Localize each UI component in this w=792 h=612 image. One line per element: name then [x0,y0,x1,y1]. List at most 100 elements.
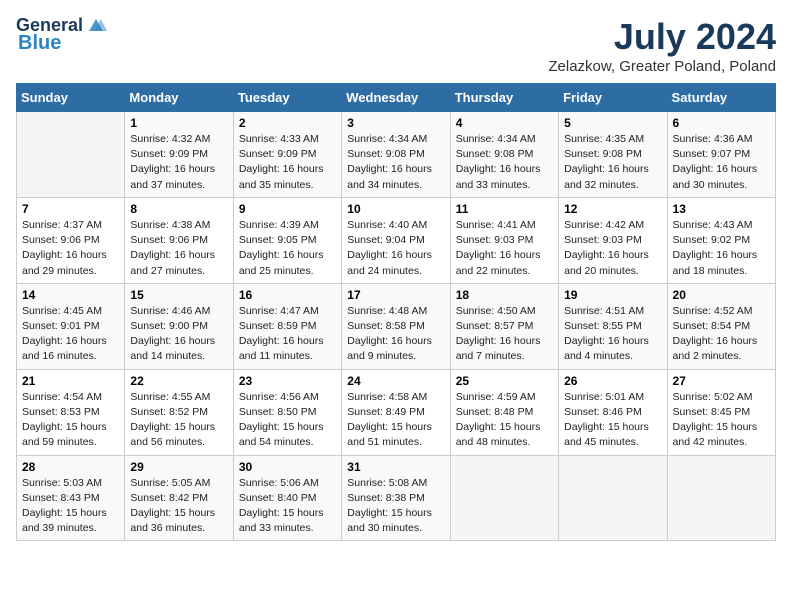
day-info: Sunrise: 4:47 AM Sunset: 8:59 PM Dayligh… [239,304,336,365]
day-info: Sunrise: 4:33 AM Sunset: 9:09 PM Dayligh… [239,132,336,193]
day-info: Sunrise: 5:06 AM Sunset: 8:40 PM Dayligh… [239,476,336,537]
day-number: 17 [347,288,444,302]
calendar-cell: 9 Sunrise: 4:39 AM Sunset: 9:05 PM Daylig… [233,197,341,283]
day-info: Sunrise: 4:40 AM Sunset: 9:04 PM Dayligh… [347,218,444,279]
calendar-cell [17,112,125,198]
calendar-week-row: 28 Sunrise: 5:03 AM Sunset: 8:43 PM Dayli… [17,455,776,541]
day-info: Sunrise: 4:54 AM Sunset: 8:53 PM Dayligh… [22,390,119,451]
calendar-week-row: 7 Sunrise: 4:37 AM Sunset: 9:06 PM Daylig… [17,197,776,283]
calendar-cell: 20 Sunrise: 4:52 AM Sunset: 8:54 PM Dayli… [667,283,775,369]
calendar-cell: 8Sunrise: 4:38 AM Sunset: 9:06 PM Daylig… [125,197,233,283]
calendar-cell: 10 Sunrise: 4:40 AM Sunset: 9:04 PM Dayli… [342,197,450,283]
day-info: Sunrise: 4:38 AM Sunset: 9:06 PM Dayligh… [130,218,227,279]
day-number: 3 [347,116,444,130]
calendar-week-row: 14 Sunrise: 4:45 AM Sunset: 9:01 PM Dayli… [17,283,776,369]
day-info: Sunrise: 4:56 AM Sunset: 8:50 PM Dayligh… [239,390,336,451]
day-info: Sunrise: 4:52 AM Sunset: 8:54 PM Dayligh… [673,304,770,365]
weekday-header-row: SundayMondayTuesdayWednesdayThursdayFrid… [17,84,776,112]
day-info: Sunrise: 4:45 AM Sunset: 9:01 PM Dayligh… [22,304,119,365]
day-number: 29 [130,460,227,474]
calendar-week-row: 1 Sunrise: 4:32 AM Sunset: 9:09 PM Daylig… [17,112,776,198]
day-number: 22 [130,374,227,388]
day-info: Sunrise: 4:34 AM Sunset: 9:08 PM Dayligh… [347,132,444,193]
calendar-cell: 18 Sunrise: 4:50 AM Sunset: 8:57 PM Dayli… [450,283,558,369]
day-info: Sunrise: 4:39 AM Sunset: 9:05 PM Dayligh… [239,218,336,279]
calendar-cell: 26 Sunrise: 5:01 AM Sunset: 8:46 PM Dayli… [559,369,667,455]
day-number: 28 [22,460,119,474]
day-number: 1 [130,116,227,130]
day-info: Sunrise: 4:58 AM Sunset: 8:49 PM Dayligh… [347,390,444,451]
month-title: July 2024 [548,16,776,58]
day-number: 21 [22,374,119,388]
calendar-cell: 4Sunrise: 4:34 AM Sunset: 9:08 PM Daylig… [450,112,558,198]
calendar-cell: 13 Sunrise: 4:43 AM Sunset: 9:02 PM Dayli… [667,197,775,283]
title-block: July 2024 Zelazkow, Greater Poland, Pola… [548,16,776,75]
day-info: Sunrise: 5:08 AM Sunset: 8:38 PM Dayligh… [347,476,444,537]
calendar-cell: 11 Sunrise: 4:41 AM Sunset: 9:03 PM Dayli… [450,197,558,283]
day-number: 23 [239,374,336,388]
calendar-cell: 27 Sunrise: 5:02 AM Sunset: 8:45 PM Dayli… [667,369,775,455]
day-number: 24 [347,374,444,388]
day-info: Sunrise: 4:35 AM Sunset: 9:08 PM Dayligh… [564,132,661,193]
day-number: 25 [456,374,553,388]
calendar-cell: 28 Sunrise: 5:03 AM Sunset: 8:43 PM Dayli… [17,455,125,541]
day-number: 26 [564,374,661,388]
weekday-header: Wednesday [342,84,450,112]
calendar-cell [450,455,558,541]
calendar-cell: 17 Sunrise: 4:48 AM Sunset: 8:58 PM Dayli… [342,283,450,369]
calendar-cell: 29 Sunrise: 5:05 AM Sunset: 8:42 PM Dayli… [125,455,233,541]
day-number: 2 [239,116,336,130]
calendar-cell: 30 Sunrise: 5:06 AM Sunset: 8:40 PM Dayli… [233,455,341,541]
day-number: 5 [564,116,661,130]
day-info: Sunrise: 4:36 AM Sunset: 9:07 PM Dayligh… [673,132,770,193]
day-info: Sunrise: 5:02 AM Sunset: 8:45 PM Dayligh… [673,390,770,451]
day-info: Sunrise: 4:59 AM Sunset: 8:48 PM Dayligh… [456,390,553,451]
day-number: 6 [673,116,770,130]
calendar-cell: 7 Sunrise: 4:37 AM Sunset: 9:06 PM Daylig… [17,197,125,283]
day-number: 27 [673,374,770,388]
calendar-cell: 31 Sunrise: 5:08 AM Sunset: 8:38 PM Dayli… [342,455,450,541]
day-number: 7 [22,202,119,216]
calendar-cell: 16 Sunrise: 4:47 AM Sunset: 8:59 PM Dayli… [233,283,341,369]
day-number: 20 [673,288,770,302]
calendar-week-row: 21 Sunrise: 4:54 AM Sunset: 8:53 PM Dayli… [17,369,776,455]
day-number: 31 [347,460,444,474]
day-number: 16 [239,288,336,302]
calendar-cell: 19Sunrise: 4:51 AM Sunset: 8:55 PM Dayli… [559,283,667,369]
day-info: Sunrise: 5:05 AM Sunset: 8:42 PM Dayligh… [130,476,227,537]
day-info: Sunrise: 4:50 AM Sunset: 8:57 PM Dayligh… [456,304,553,365]
day-info: Sunrise: 4:48 AM Sunset: 8:58 PM Dayligh… [347,304,444,365]
day-number: 11 [456,202,553,216]
calendar-cell: 22 Sunrise: 4:55 AM Sunset: 8:52 PM Dayli… [125,369,233,455]
calendar-cell: 2 Sunrise: 4:33 AM Sunset: 9:09 PM Daylig… [233,112,341,198]
day-number: 18 [456,288,553,302]
calendar-cell: 23 Sunrise: 4:56 AM Sunset: 8:50 PM Dayli… [233,369,341,455]
calendar-cell: 6 Sunrise: 4:36 AM Sunset: 9:07 PM Daylig… [667,112,775,198]
day-number: 19 [564,288,661,302]
day-info: Sunrise: 4:32 AM Sunset: 9:09 PM Dayligh… [130,132,227,193]
day-info: Sunrise: 5:01 AM Sunset: 8:46 PM Dayligh… [564,390,661,451]
calendar-cell [559,455,667,541]
calendar-cell: 24 Sunrise: 4:58 AM Sunset: 8:49 PM Dayli… [342,369,450,455]
calendar-table: SundayMondayTuesdayWednesdayThursdayFrid… [16,83,776,541]
day-number: 9 [239,202,336,216]
day-number: 15 [130,288,227,302]
weekday-header: Tuesday [233,84,341,112]
page-header: General Blue July 2024 Zelazkow, Greater… [16,16,776,75]
day-number: 10 [347,202,444,216]
calendar-cell: 3 Sunrise: 4:34 AM Sunset: 9:08 PM Daylig… [342,112,450,198]
day-number: 13 [673,202,770,216]
day-info: Sunrise: 4:55 AM Sunset: 8:52 PM Dayligh… [130,390,227,451]
day-info: Sunrise: 4:43 AM Sunset: 9:02 PM Dayligh… [673,218,770,279]
day-info: Sunrise: 4:46 AM Sunset: 9:00 PM Dayligh… [130,304,227,365]
calendar-cell: 21 Sunrise: 4:54 AM Sunset: 8:53 PM Dayli… [17,369,125,455]
day-info: Sunrise: 4:37 AM Sunset: 9:06 PM Dayligh… [22,218,119,279]
weekday-header: Friday [559,84,667,112]
day-number: 12 [564,202,661,216]
calendar-cell: 12Sunrise: 4:42 AM Sunset: 9:03 PM Dayli… [559,197,667,283]
day-info: Sunrise: 4:41 AM Sunset: 9:03 PM Dayligh… [456,218,553,279]
day-info: Sunrise: 5:03 AM Sunset: 8:43 PM Dayligh… [22,476,119,537]
day-number: 14 [22,288,119,302]
weekday-header: Saturday [667,84,775,112]
day-number: 30 [239,460,336,474]
